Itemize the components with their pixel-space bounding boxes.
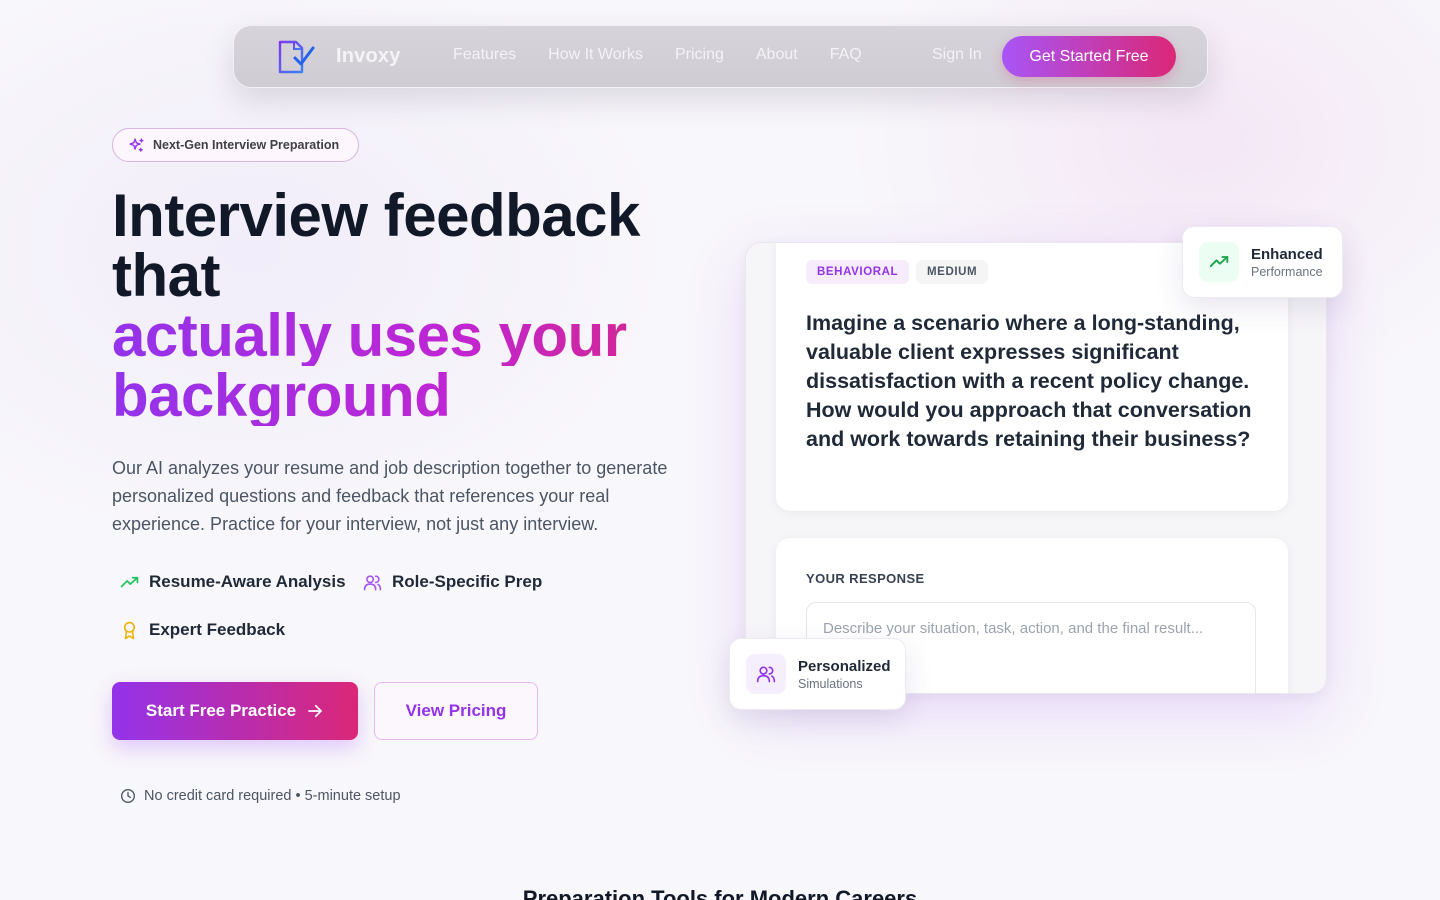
hero-note: No credit card required • 5-minute setup xyxy=(120,788,401,804)
sign-in-link[interactable]: Sign In xyxy=(932,46,982,64)
next-section-title: Preparation Tools for Modern Careers xyxy=(522,886,918,900)
feature-role-specific: Role-Specific Prep xyxy=(363,572,542,592)
logo-icon[interactable] xyxy=(276,39,316,75)
nav-link-about[interactable]: About xyxy=(756,46,798,64)
hero-badge-label: Next-Gen Interview Preparation xyxy=(153,138,340,152)
top-navbar: Invoxy Features How It Works Pricing Abo… xyxy=(233,25,1208,88)
hero-title-highlight-2: background xyxy=(112,366,732,426)
nav-link-faq[interactable]: FAQ xyxy=(830,46,862,64)
personalized-icon-box xyxy=(746,654,786,694)
hero-title-line-2: that xyxy=(112,242,220,309)
interview-preview-card: BEHAVIORAL MEDIUM Imagine a scenario whe… xyxy=(745,242,1327,694)
personalized-subtitle: Simulations xyxy=(798,676,863,691)
start-free-practice-label: Start Free Practice xyxy=(145,701,297,720)
nav-link-how-it-works[interactable]: How It Works xyxy=(548,46,643,64)
difficulty-tag: MEDIUM xyxy=(916,260,989,284)
enhanced-title: Enhanced xyxy=(1251,245,1323,263)
hero-title-line-1: Interview feedback xyxy=(112,182,640,249)
feature-label: Expert Feedback xyxy=(149,620,286,639)
category-tag: BEHAVIORAL xyxy=(806,260,910,284)
nav-link-pricing[interactable]: Pricing xyxy=(675,46,724,64)
hero-note-text: No credit card required • 5-minute setup xyxy=(144,788,401,804)
feature-resume-aware: Resume-Aware Analysis xyxy=(120,572,346,592)
brand-name[interactable]: Invoxy xyxy=(336,45,401,68)
feature-label: Resume-Aware Analysis xyxy=(149,572,346,591)
enhanced-icon-box xyxy=(1199,242,1239,282)
hero-description: Our AI analyzes your resume and job desc… xyxy=(112,458,668,534)
get-started-button[interactable]: Get Started Free xyxy=(1002,36,1176,77)
users-icon xyxy=(756,666,776,683)
personalized-title: Personalized xyxy=(798,657,891,675)
users-icon xyxy=(363,574,382,590)
arrow-right-icon xyxy=(308,704,322,718)
feature-label: Role-Specific Prep xyxy=(392,572,543,591)
clock-icon xyxy=(121,789,135,803)
feature-expert-feedback: Expert Feedback xyxy=(120,620,285,640)
nav-link-features[interactable]: Features xyxy=(453,46,516,64)
sparkles-icon xyxy=(129,137,144,152)
enhanced-subtitle: Performance xyxy=(1251,264,1323,279)
start-free-practice-button[interactable]: Start Free Practice xyxy=(112,682,358,740)
trending-up-icon xyxy=(120,576,139,587)
hero-title-highlight-1: actually uses your xyxy=(112,306,732,366)
award-icon xyxy=(123,621,136,639)
hero-title: Interview feedback that actually uses yo… xyxy=(112,186,732,426)
enhanced-performance-badge: Enhanced Performance xyxy=(1182,226,1343,298)
nav-links: Features How It Works Pricing About FAQ xyxy=(453,46,894,64)
question-text: Imagine a scenario where a long-standing… xyxy=(806,311,1252,451)
response-label: YOUR RESPONSE xyxy=(806,571,925,586)
hero-badge: Next-Gen Interview Preparation xyxy=(112,128,359,162)
view-pricing-button[interactable]: View Pricing xyxy=(374,682,538,740)
trending-up-icon xyxy=(1209,256,1229,268)
personalized-simulations-badge: Personalized Simulations xyxy=(729,638,906,710)
